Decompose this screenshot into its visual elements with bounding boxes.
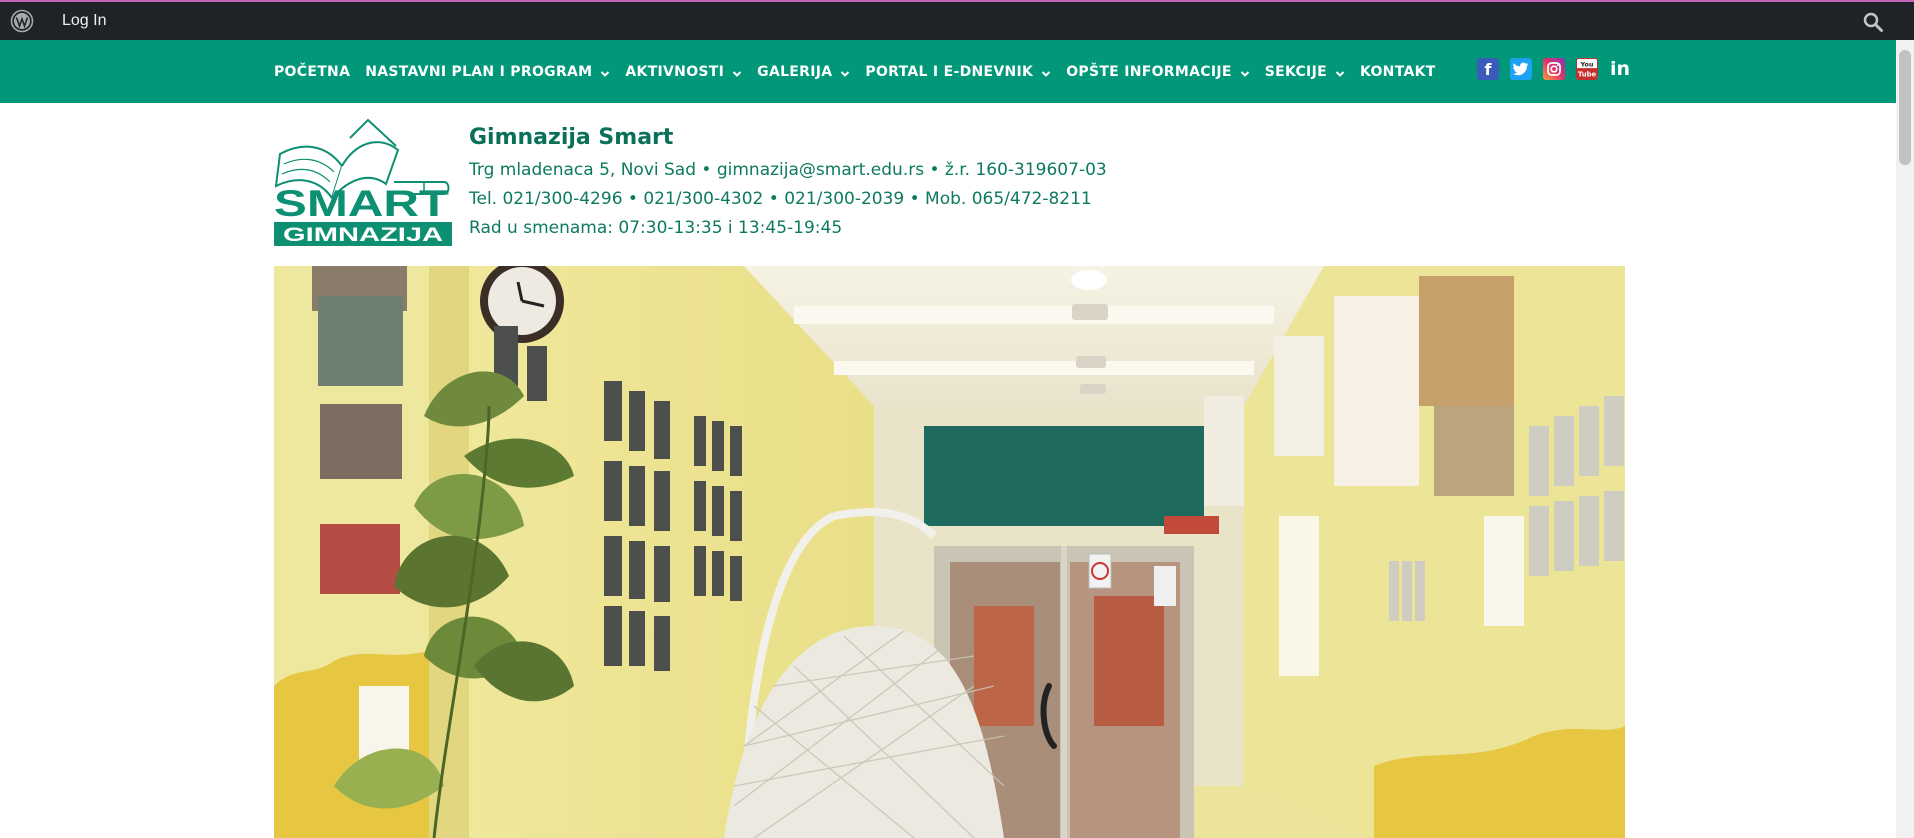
scrollbar-thumb[interactable] (1899, 50, 1911, 165)
nav-item-kontakt[interactable]: KONTAKT (1360, 64, 1436, 80)
youtube-icon[interactable]: You Tube (1576, 58, 1598, 80)
nav-item-label: NASTAVNI PLAN I PROGRAM (365, 63, 593, 80)
nav-item-galerija[interactable]: GALERIJA (757, 64, 850, 80)
school-info: Gimnazija Smart Trg mladenaca 5, Novi Sa… (469, 125, 1107, 246)
nav-item-label: AKTIVNOSTI (625, 63, 725, 80)
site-header: SMART GIMNAZIJA Gimnazija Smart Trg mlad… (274, 103, 1624, 265)
chevron-down-icon (1335, 67, 1345, 77)
nav-item-label: KONTAKT (1359, 63, 1436, 80)
login-link[interactable]: Log In (62, 12, 106, 30)
school-logo[interactable]: SMART GIMNAZIJA (274, 116, 452, 246)
nav-item-početna[interactable]: POČETNA (274, 64, 350, 80)
nav-item-portal-i-e-dnevnik[interactable]: PORTAL I E-DNEVNIK (865, 64, 1051, 80)
page-scrollbar[interactable] (1896, 40, 1914, 838)
nav-item-label: SEKCIJE (1264, 63, 1327, 80)
svg-text:You: You (1580, 61, 1594, 68)
social-links: f You Tube in (1477, 56, 1642, 82)
school-hours: Rad u smenama: 07:30-13:35 i 13:45-19:45 (469, 218, 843, 238)
nav-item-opšte-informacije[interactable]: OPŠTE INFORMACIJE (1066, 64, 1250, 80)
linkedin-icon[interactable]: in (1609, 58, 1631, 80)
chevron-down-icon (840, 67, 850, 77)
wordpress-logo-icon[interactable] (10, 9, 34, 33)
nav-menu: POČETNA NASTAVNI PLAN I PROGRAM AKTIVNOSTI… (274, 40, 1451, 103)
nav-item-label: OPŠTE INFORMACIJE (1066, 63, 1232, 80)
chevron-down-icon (1041, 67, 1051, 77)
nav-item-sekcije[interactable]: SEKCIJE (1265, 64, 1345, 80)
school-name: Gimnazija Smart (469, 125, 674, 150)
logo-smart-text: SMART (274, 183, 450, 224)
twitter-icon[interactable] (1510, 58, 1532, 80)
nav-item-label: PORTAL I E-DNEVNIK (865, 63, 1034, 80)
school-phones: Tel. 021/300-4296 • 021/300-4302 • 021/3… (469, 189, 1092, 209)
instagram-icon[interactable] (1543, 58, 1565, 80)
chevron-down-icon (1240, 67, 1250, 77)
nav-item-label: GALERIJA (757, 63, 833, 80)
admin-bar: Log In (0, 0, 1914, 40)
svg-text:Tube: Tube (1578, 70, 1597, 78)
logo-gimnazija-text: GIMNAZIJA (283, 225, 443, 246)
nav-item-nastavni-plan-i-program[interactable]: NASTAVNI PLAN I PROGRAM (365, 64, 610, 80)
facebook-icon[interactable]: f (1477, 58, 1499, 80)
search-icon[interactable] (1862, 11, 1884, 33)
nav-item-aktivnosti[interactable]: AKTIVNOSTI (625, 64, 742, 80)
school-address: Trg mladenaca 5, Novi Sad • gimnazija@sm… (469, 160, 1107, 180)
chevron-down-icon (732, 67, 742, 77)
hero-image (274, 266, 1625, 838)
chevron-down-icon (600, 67, 610, 77)
main-navigation: POČETNA NASTAVNI PLAN I PROGRAM AKTIVNOSTI… (0, 40, 1896, 103)
nav-item-label: POČETNA (274, 63, 351, 80)
